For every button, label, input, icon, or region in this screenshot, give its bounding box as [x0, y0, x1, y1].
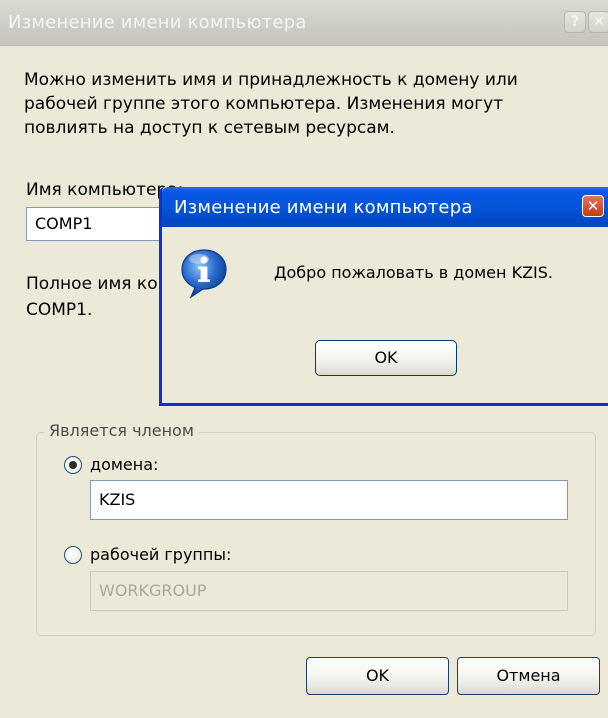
workgroup-input: WORKGROUP — [90, 571, 568, 611]
close-icon: ✕ — [586, 197, 600, 215]
workgroup-radio-label[interactable]: рабочей группы: — [90, 545, 231, 564]
welcome-message-text: Добро пожаловать в домен KZIS. — [274, 263, 553, 282]
message-box-title: Изменение имени компьютера — [174, 197, 473, 218]
background-close-button[interactable]: ✕ — [588, 11, 608, 33]
close-icon: ✕ — [593, 14, 605, 30]
help-icon: ? — [570, 14, 580, 30]
domain-radio[interactable] — [64, 456, 82, 474]
domain-radio-label[interactable]: домена: — [90, 455, 158, 474]
workgroup-radio[interactable] — [64, 546, 82, 564]
background-dialog-title: Изменение имени компьютера — [8, 12, 307, 33]
screen: Изменение имени компьютера ? ✕ Можно изм… — [0, 0, 608, 718]
message-box-titlebar[interactable]: Изменение имени компьютера ✕ — [162, 187, 608, 227]
cancel-button[interactable]: Отмена — [457, 657, 600, 695]
ok-button[interactable]: OK — [306, 657, 449, 695]
member-of-legend: Является членом — [44, 421, 199, 440]
radio-selected-dot — [69, 461, 77, 469]
help-button[interactable]: ? — [564, 11, 586, 33]
message-box-ok-button[interactable]: OK — [315, 340, 457, 376]
background-dialog-titlebar[interactable]: Изменение имени компьютера ? ✕ — [0, 0, 608, 46]
domain-input[interactable]: KZIS — [90, 480, 568, 520]
full-name-value: COMP1. — [26, 300, 93, 320]
message-box-close-button[interactable]: ✕ — [582, 195, 604, 217]
description-text: Можно изменить имя и принадлежность к до… — [24, 70, 518, 138]
welcome-message-box: Изменение имени компьютера ✕ Добро пожал… — [159, 187, 608, 406]
info-icon — [181, 249, 227, 299]
